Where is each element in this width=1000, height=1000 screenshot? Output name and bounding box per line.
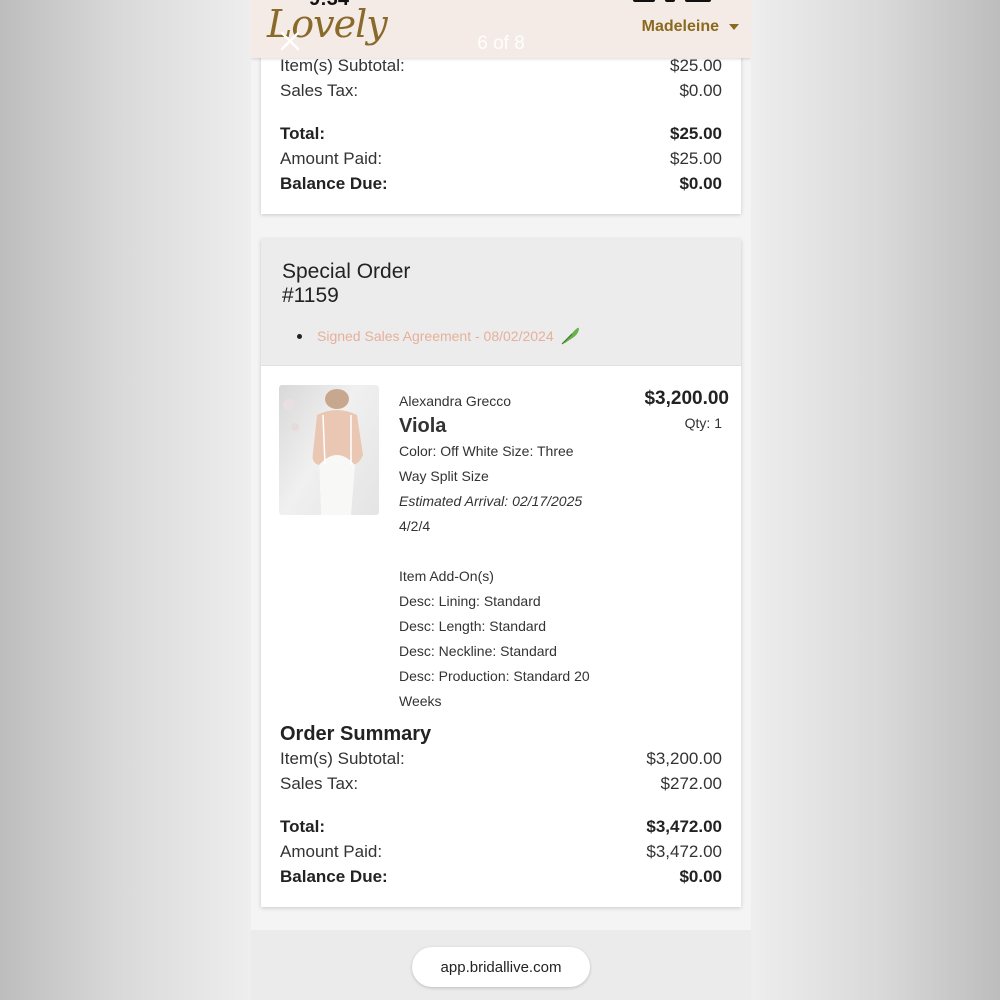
summary-row-total: Total: $3,472.00: [280, 817, 722, 837]
wifi-icon: [665, 0, 675, 2]
summary-row-subtotal: Item(s) Subtotal: $25.00: [280, 56, 722, 76]
special-order-number: #1159: [282, 284, 339, 307]
item-sizes: 4/2/4: [399, 518, 431, 534]
special-order-header: Special Order #1159 Signed Sales Agreeme…: [261, 239, 741, 366]
special-order-title-line: Special Order: [282, 260, 411, 283]
summary-value: $3,472.00: [646, 842, 722, 861]
summary-value: $0.00: [679, 81, 722, 100]
summary-label: Item(s) Subtotal:: [280, 749, 405, 768]
summary-value: $25.00: [670, 56, 722, 75]
image-counter: 6 of 8: [477, 33, 525, 54]
summary-row-subtotal: Item(s) Subtotal: $3,200.00: [280, 749, 722, 769]
item-name: Viola: [399, 415, 447, 437]
dress-image: [283, 389, 363, 515]
summary-label: Total:: [280, 817, 326, 836]
item-details: Alexandra Grecco Viola Color: Off White …: [399, 389, 629, 714]
url-bar[interactable]: app.bridallive.com: [412, 947, 590, 987]
chevron-down-icon: [729, 24, 739, 30]
summary-label: Total:: [280, 124, 326, 143]
summary-value: $3,472.00: [646, 817, 722, 836]
dress-thumbnail[interactable]: [279, 385, 379, 515]
summary-value: $272.00: [660, 774, 722, 793]
special-order-title: Special Order #1159: [282, 260, 410, 308]
item-price: $3,200.00: [644, 388, 729, 409]
url-text: app.bridallive.com: [440, 958, 562, 976]
phone-screen: Item(s) Subtotal: $25.00 Sales Tax: $0.0…: [251, 0, 751, 1000]
battery-icon: [685, 0, 711, 2]
app-header: 9:34 Lovely 6 of 8 Madeleine: [251, 0, 751, 58]
status-icons: [633, 0, 711, 4]
item-details-line: Way Split Size: [399, 468, 489, 484]
item-designer: Alexandra Grecco: [399, 393, 512, 409]
addon-item: Desc: Production: Standard 20: [399, 668, 590, 684]
previous-order-summary-card: Item(s) Subtotal: $25.00 Sales Tax: $0.0…: [261, 40, 741, 214]
quill-icon: [561, 327, 579, 345]
summary-value: $25.00: [670, 124, 722, 143]
estimated-arrival: Estimated Arrival: 02/17/2025: [399, 493, 583, 509]
summary-label: Item(s) Subtotal:: [280, 56, 405, 75]
addon-item: Desc: Lining: Standard: [399, 593, 541, 609]
bullet: [297, 334, 302, 339]
item-details-line: Color: Off White Size: Three: [399, 443, 574, 459]
summary-row-amount-paid: Amount Paid: $3,472.00: [280, 842, 722, 862]
user-name: Madeleine: [641, 18, 719, 35]
signal-icon: [633, 0, 655, 2]
user-menu[interactable]: Madeleine: [642, 18, 739, 36]
special-order-card: Special Order #1159 Signed Sales Agreeme…: [261, 239, 741, 907]
summary-label: Amount Paid:: [280, 149, 383, 168]
summary-label: Balance Due:: [280, 867, 388, 886]
addon-item: Desc: Neckline: Standard: [399, 643, 557, 659]
item-quantity: Qty: 1: [684, 415, 722, 431]
summary-value: $0.00: [679, 867, 722, 886]
addon-item: Weeks: [399, 693, 442, 709]
summary-label: Balance Due:: [280, 174, 388, 193]
summary-row-tax: Sales Tax: $272.00: [280, 774, 722, 794]
addons-title: Item Add-On(s): [399, 568, 494, 584]
summary-label: Amount Paid:: [280, 842, 383, 861]
summary-row-amount-paid: Amount Paid: $25.00: [280, 149, 722, 169]
addon-item: Desc: Length: Standard: [399, 618, 547, 634]
summary-row-balance-due: Balance Due: $0.00: [280, 867, 722, 887]
summary-value: $25.00: [670, 149, 722, 168]
signed-sales-agreement-link[interactable]: Signed Sales Agreement - 08/02/2024: [317, 327, 580, 345]
summary-row-total: Total: $25.00: [280, 124, 722, 144]
agreement-label: Signed Sales Agreement - 08/02/2024: [317, 328, 554, 344]
summary-row-balance-due: Balance Due: $0.00: [280, 174, 722, 194]
summary-label: Sales Tax:: [280, 774, 359, 793]
summary-label: Sales Tax:: [280, 81, 359, 100]
summary-row-tax: Sales Tax: $0.00: [280, 81, 722, 101]
order-summary-title: Order Summary: [280, 723, 432, 745]
summary-value: $3,200.00: [646, 749, 722, 768]
summary-value: $0.00: [679, 174, 722, 193]
